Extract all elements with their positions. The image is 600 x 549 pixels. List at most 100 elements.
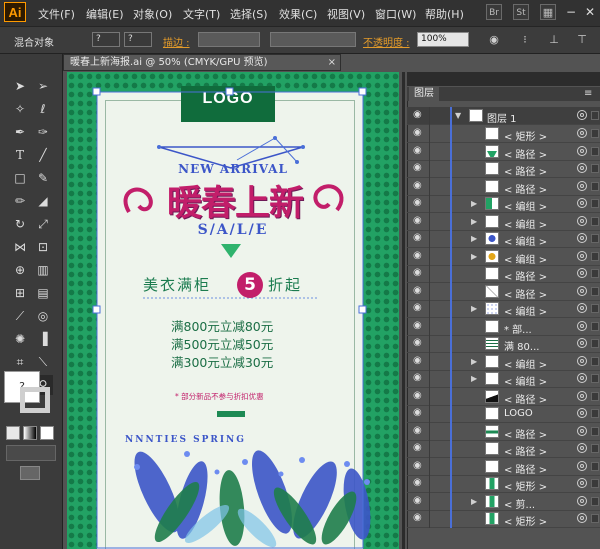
menu-view[interactable]: 视图(V) (327, 6, 365, 22)
expand-triangle-icon[interactable]: ▶ (471, 497, 479, 507)
width-tool-icon[interactable]: ⋈ (10, 237, 30, 257)
selection-square[interactable] (591, 391, 599, 401)
visibility-eye-icon[interactable]: ◉ (413, 268, 427, 278)
expand-triangle-icon[interactable]: ▶ (471, 374, 479, 384)
stroke-weight-field[interactable] (198, 32, 260, 47)
opacity-label[interactable]: 不透明度 : (363, 34, 410, 49)
layer-row[interactable]: ◉ < 矩形 > (407, 510, 600, 528)
expand-triangle-icon[interactable]: ▶ (471, 304, 479, 314)
symbol-sprayer-icon[interactable]: ✺ (10, 329, 30, 349)
visibility-eye-icon[interactable]: ◉ (413, 478, 427, 488)
visibility-eye-icon[interactable]: ◉ (413, 513, 427, 523)
target-icon[interactable] (577, 425, 587, 436)
layer-row[interactable]: ◉ < 矩形 > (407, 125, 600, 143)
menu-select[interactable]: 选择(S) (230, 6, 268, 22)
selection-square[interactable] (591, 496, 599, 506)
opacity-input[interactable]: 100% (417, 32, 469, 47)
layer-row[interactable]: ◉ < 路径 > (407, 142, 600, 161)
visibility-eye-icon[interactable]: ◉ (413, 233, 427, 243)
target-icon[interactable] (577, 460, 587, 471)
layer-name[interactable]: < 路径 > (504, 426, 547, 441)
visibility-eye-icon[interactable]: ◉ (413, 443, 427, 453)
layer-row[interactable]: ◉ < 路径 > (407, 440, 600, 458)
visibility-eye-icon[interactable]: ◉ (413, 215, 427, 226)
visibility-eye-icon[interactable]: ◉ (413, 110, 427, 120)
visibility-eye-icon[interactable]: ◉ (413, 128, 427, 138)
target-icon[interactable] (577, 303, 587, 313)
layer-row[interactable]: ◉ ▶ < 编组 > (407, 300, 600, 318)
layer-name[interactable]: < 编组 > (504, 356, 547, 371)
visibility-eye-icon[interactable]: ◉ (413, 338, 427, 348)
layer-name[interactable]: < 路径 > (504, 181, 547, 196)
expand-triangle-icon[interactable]: ▶ (471, 217, 479, 227)
layer-row[interactable]: ◉ ▶ < 编组 > (407, 195, 600, 213)
selection-square[interactable] (591, 479, 599, 488)
target-icon[interactable] (577, 215, 587, 226)
layer-name[interactable]: < 编组 > (504, 233, 547, 248)
menu-file[interactable]: 文件(F) (38, 6, 75, 22)
target-icon[interactable] (577, 513, 587, 523)
layer-row[interactable]: ◉ LOGO (407, 405, 600, 423)
selection-square[interactable] (591, 444, 599, 453)
paintbrush-tool-icon[interactable]: ✎ (33, 168, 53, 188)
layer-name[interactable]: < 编组 > (504, 198, 547, 213)
selection-square[interactable] (591, 304, 599, 313)
column-graph-icon[interactable]: ▐ (33, 329, 53, 349)
visibility-eye-icon[interactable]: ◉ (413, 355, 427, 366)
menu-window[interactable]: 窗口(W) (375, 6, 416, 22)
panel-menu-icon[interactable]: ≡ (584, 88, 592, 99)
visibility-eye-icon[interactable]: ◉ (413, 145, 427, 156)
blend-tool-icon[interactable]: ◎ (33, 306, 53, 326)
layer-row[interactable]: ◉ < 路径 > (407, 177, 600, 196)
layer-row[interactable]: ◉ < 路径 > (407, 422, 600, 441)
layer-row[interactable]: ◉ ▶ < 编组 > (407, 370, 600, 388)
expand-triangle-icon[interactable]: ▶ (471, 252, 479, 262)
target-icon[interactable] (577, 110, 587, 120)
direct-selection-tool-icon[interactable]: ➢ (33, 76, 53, 96)
target-icon[interactable] (577, 495, 587, 506)
layer-name[interactable]: < 路径 > (504, 443, 547, 458)
selection-square[interactable] (591, 286, 599, 296)
layer-row[interactable]: ◉ * 部... (407, 317, 600, 336)
selection-tool-icon[interactable]: ➤ (10, 76, 30, 96)
selection-square[interactable] (591, 181, 599, 191)
layer-name[interactable]: < 路径 > (504, 286, 547, 301)
visibility-eye-icon[interactable]: ◉ (413, 180, 427, 191)
layer-name[interactable]: 图层 1 (487, 110, 517, 125)
recolor-icon[interactable]: ◉ (487, 33, 501, 46)
layer-name[interactable]: * 部... (504, 321, 532, 336)
layer-name[interactable]: < 编组 > (504, 216, 547, 231)
selection-square[interactable] (591, 234, 599, 243)
target-icon[interactable] (577, 233, 587, 243)
layer-row[interactable]: ◉ < 路径 > (407, 265, 600, 283)
stock-icon[interactable]: St (513, 4, 529, 20)
mesh-tool-icon[interactable]: ⊞ (10, 283, 30, 303)
selection-square[interactable] (591, 356, 599, 366)
layer-row[interactable]: ◉ ▶ < 编组 > (407, 247, 600, 266)
visibility-eye-icon[interactable]: ◉ (413, 303, 427, 313)
target-icon[interactable] (577, 320, 587, 331)
scale-tool-icon[interactable]: ⤢ (33, 214, 53, 234)
layer-row[interactable]: ◉ 满 80... (407, 335, 600, 353)
close-tab-icon[interactable]: × (328, 55, 336, 70)
visibility-eye-icon[interactable]: ◉ (413, 285, 427, 296)
layer-row[interactable]: ◉ ▶ < 编组 > (407, 352, 600, 371)
layer-row-top[interactable]: ◉ ▼ 图层 1 (407, 107, 600, 125)
variable-width-dropdown[interactable] (270, 32, 356, 47)
align-icon[interactable]: ⊥ (547, 33, 561, 46)
layer-row[interactable]: ◉ < 路径 > (407, 387, 600, 406)
lasso-tool-icon[interactable]: ℓ (33, 99, 53, 119)
target-icon[interactable] (577, 355, 587, 366)
stroke-color-dropdown[interactable]: ? (124, 32, 152, 47)
visibility-eye-icon[interactable]: ◉ (413, 425, 427, 436)
stroke-label[interactable]: 描边 : (163, 34, 190, 49)
magic-wand-icon[interactable]: ✧ (10, 99, 30, 119)
layer-row[interactable]: ◉ < 路径 > (407, 160, 600, 178)
layer-name[interactable]: < 矩形 > (504, 478, 547, 493)
selection-square[interactable] (591, 146, 599, 156)
visibility-eye-icon[interactable]: ◉ (413, 320, 427, 331)
eyedropper-icon[interactable]: ⟋ (10, 306, 30, 326)
target-icon[interactable] (577, 128, 587, 138)
layer-name[interactable]: < 路径 > (504, 146, 547, 161)
target-icon[interactable] (577, 268, 587, 278)
